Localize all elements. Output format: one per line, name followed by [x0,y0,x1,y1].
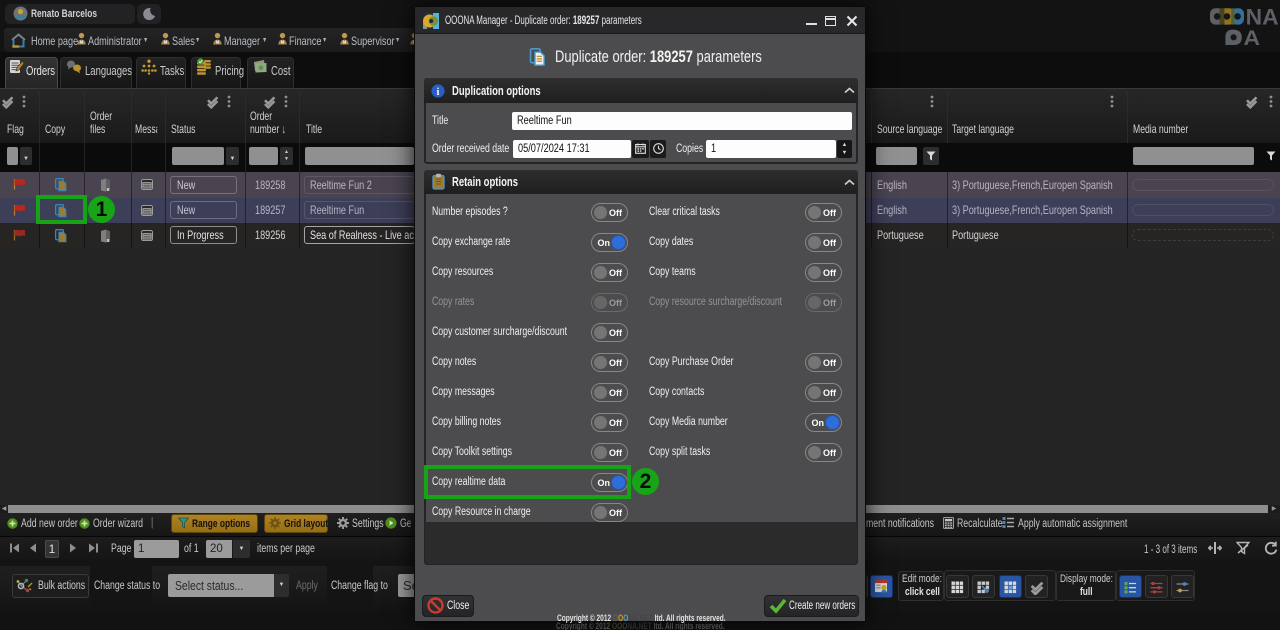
svg-text:A: A [1244,26,1261,47]
svg-text:i: i [437,87,440,98]
